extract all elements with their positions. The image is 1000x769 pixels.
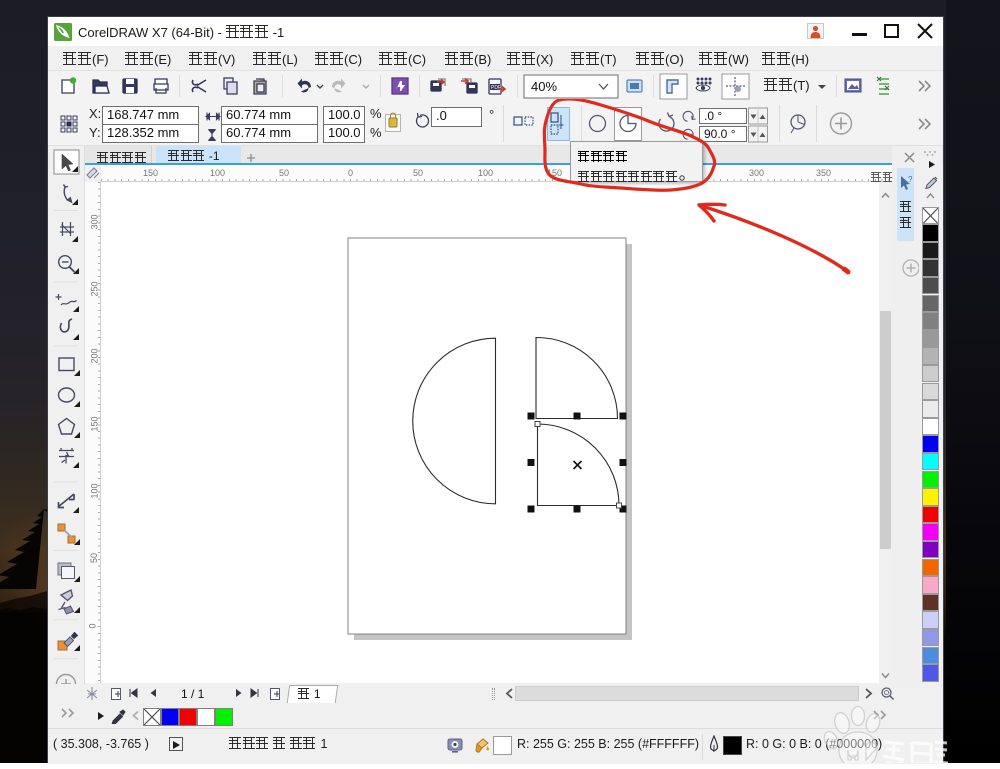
svg-text:?: ?: [908, 175, 913, 184]
svg-text:40%: 40%: [531, 79, 557, 94]
svg-text:PDF: PDF: [491, 85, 501, 91]
